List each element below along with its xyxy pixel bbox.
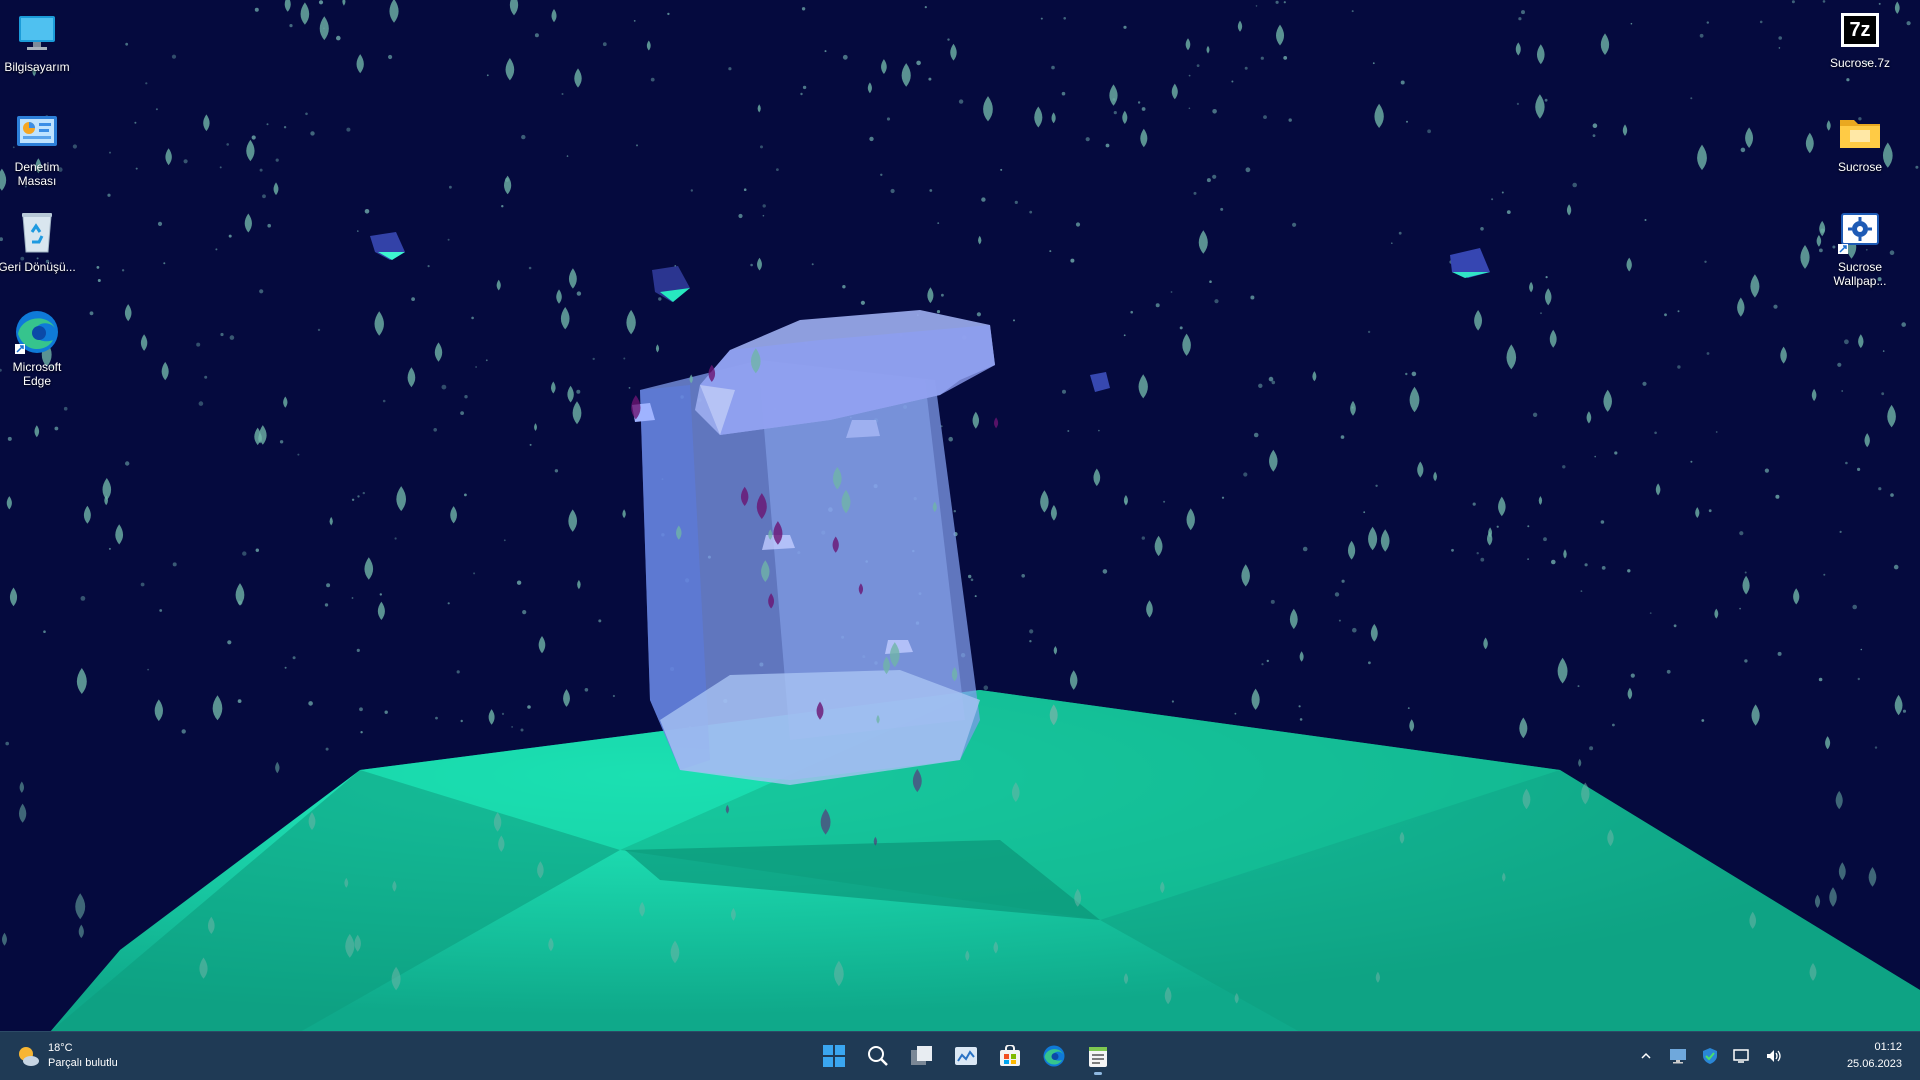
recycle-bin-icon [13,208,61,256]
desktop-icon-label: Sucrose.7z [1829,56,1891,70]
wallpaper-scene [0,0,1920,1032]
notepad-taskbar-button[interactable] [1078,1036,1118,1076]
weather-widget[interactable]: 18°C Parçalı bulutlu [16,1040,118,1072]
defender-icon [1703,1048,1717,1064]
display-tray-button[interactable] [1666,1044,1690,1068]
desktop-icon-label: Denetim Masası [14,160,60,188]
desktop-icon-sucrose-7z[interactable]: 7z Sucrose.7z [1820,0,1900,70]
display-icon [1670,1049,1686,1064]
control-panel-icon [13,108,61,156]
clock-time: 01:12 [1874,1041,1902,1053]
desktop-icon-label: Geri Dönüşü... [0,260,76,274]
search-button[interactable] [858,1036,898,1076]
desktop-icon-label: Sucrose [1837,160,1883,174]
network-tray-button[interactable] [1730,1044,1754,1068]
start-button[interactable] [814,1036,854,1076]
desktop-icon-control-panel[interactable]: Denetim Masası [0,100,77,188]
desktop-icon-computer[interactable]: Bilgisayarım [0,0,77,74]
volume-icon [1767,1050,1781,1062]
taskbar: 18°C Parçalı bulutlu 01:12 25.06.2023 [0,1031,1920,1080]
show-desktop-button[interactable] [1912,1032,1920,1080]
edge-icon [13,308,61,356]
desktop-icon-recycle-bin[interactable]: Geri Dönüşü... [0,200,77,274]
7z-archive-icon: 7z [1841,13,1879,47]
edge-icon [1043,1045,1065,1067]
notepad-icon [1089,1047,1107,1067]
start-icon [823,1045,845,1067]
widgets-icon [955,1047,977,1065]
desktop-icon-sucrose-folder[interactable]: Sucrose [1820,100,1900,174]
desktop-icon-edge[interactable]: Microsoft Edge [0,300,77,388]
desktop-icon-label: Bilgisayarım [4,60,70,74]
computer-icon [13,8,61,56]
partly-cloudy-icon [16,1044,40,1068]
weather-temperature: 18°C [48,1042,73,1054]
folder-icon [1836,108,1884,156]
edge-taskbar-button[interactable] [1034,1036,1074,1076]
network-icon [1733,1049,1749,1063]
sucrose-shortcut-icon [1836,208,1884,256]
store-button[interactable] [990,1036,1030,1076]
7z-logo-text: 7z [1844,16,1876,44]
show-hidden-icons-button[interactable] [1634,1044,1658,1068]
task-view-icon [911,1046,932,1065]
desktop-icon-label: Microsoft Edge [12,360,62,388]
weather-condition: Parçalı bulutlu [48,1057,118,1069]
desktop-icon-label: Sucrose Wallpap... [1833,260,1887,288]
desktop-icon-sucrose-wallpaper[interactable]: Sucrose Wallpap... [1820,200,1900,288]
widgets-button[interactable] [946,1036,986,1076]
chevron-up-icon [1641,1052,1651,1059]
volume-tray-button[interactable] [1762,1044,1786,1068]
clock-date: 25.06.2023 [1846,1058,1902,1070]
search-icon [868,1046,888,1066]
store-icon [1000,1045,1020,1066]
defender-tray-button[interactable] [1698,1044,1722,1068]
clock[interactable]: 01:12 25.06.2023 [1847,1039,1902,1073]
task-view-button[interactable] [902,1036,942,1076]
